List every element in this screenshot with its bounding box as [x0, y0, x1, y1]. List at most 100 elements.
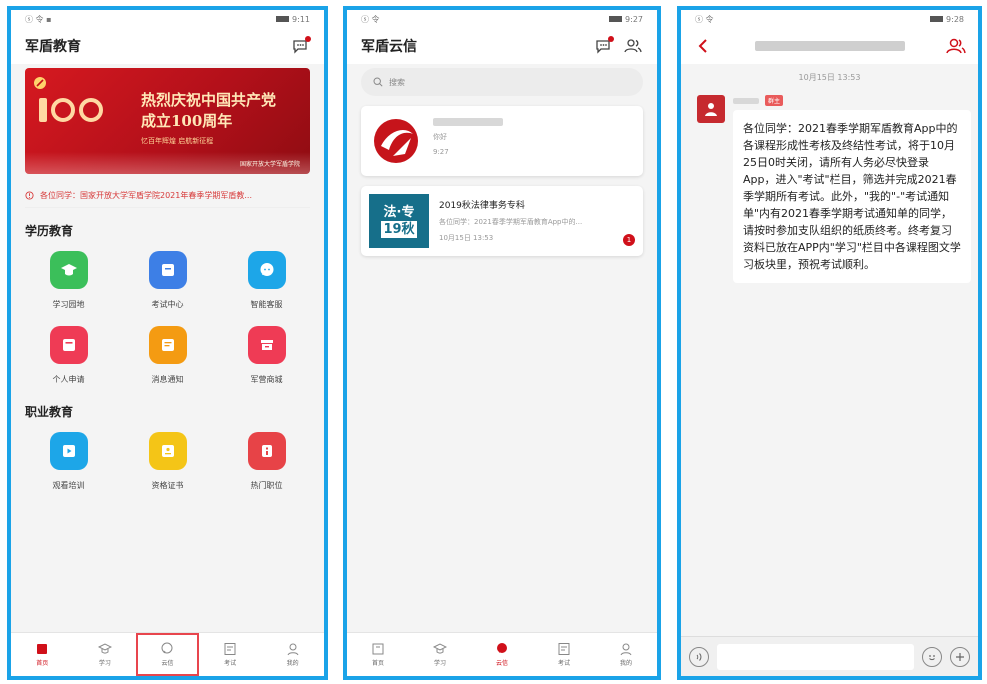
status-icons: ⓢ 令 ▪	[25, 14, 52, 24]
status-time: 9:27	[625, 14, 643, 24]
message-button[interactable]	[593, 36, 614, 56]
notice-icon	[148, 326, 187, 364]
degree-grid: 学习园地 考试中心 智能客服 个人申请 消息通知 军营商城	[11, 247, 324, 385]
grid-item-service[interactable]: 智能客服	[217, 251, 316, 310]
status-bar: ⓢ 令 9:27	[347, 10, 657, 28]
tab-home[interactable]: 首页	[11, 633, 74, 676]
cap-icon	[433, 643, 447, 654]
conversation-time: 9:27	[433, 148, 449, 156]
banner-subline: 忆百年辉煌 启航新征程	[141, 137, 214, 145]
section-degree-title: 学历教育	[25, 224, 74, 238]
tab-mine[interactable]: 我的	[595, 633, 657, 676]
conversation-preview: 各位同学：2021春季学期军盾教育App中的...	[439, 218, 583, 226]
grid-item-store[interactable]: 军营商城	[217, 326, 316, 385]
conversation-item[interactable]: 法·专 19秋 2019秋法律事务专科 各位同学：2021春季学期军盾教育App…	[361, 186, 643, 256]
voice-icon	[696, 652, 702, 661]
grid-item-notice[interactable]: 消息通知	[118, 326, 217, 385]
person-icon	[705, 103, 717, 116]
sender-role-badge: 群主	[765, 95, 784, 106]
tab-message[interactable]: 云信	[136, 633, 199, 676]
number-100-graphic	[39, 98, 103, 122]
graduation-cap-icon	[49, 251, 88, 289]
battery-icon	[276, 16, 290, 22]
add-button[interactable]	[950, 646, 970, 667]
home-icon	[37, 644, 48, 654]
battery-icon	[930, 16, 944, 22]
contacts-icon	[624, 39, 642, 53]
grid-item-apply[interactable]: 个人申请	[19, 326, 118, 385]
messages-screen: ⓢ 令 9:27 军盾云信 搜索 你好 9:27 法·专 19秋 2019秋法律…	[343, 6, 661, 680]
party-emblem-icon	[34, 77, 46, 89]
app-header: 军盾教育	[11, 28, 324, 64]
status-time: 9:11	[292, 14, 310, 24]
exam-tab-icon	[558, 643, 570, 655]
app-header: 军盾云信	[347, 28, 657, 64]
sender-avatar[interactable]	[697, 95, 725, 123]
notice-ticker[interactable]: 各位同学：国家开放大学军盾学院2021年春季学期军盾教...	[25, 184, 310, 208]
tab-study[interactable]: 学习	[74, 633, 137, 676]
home-icon	[372, 643, 384, 655]
chat-tab-icon	[161, 642, 173, 654]
status-icons: ⓢ 令	[695, 14, 714, 24]
user-icon	[287, 643, 299, 656]
card-icon	[49, 326, 88, 364]
conversation-time: 10月15日 13:53	[439, 234, 494, 242]
contact-name-blurred	[433, 118, 503, 126]
sender-name-blurred	[733, 97, 759, 104]
group-avatar: 法·专 19秋	[369, 194, 429, 248]
banner-footer: 国家开放大学军盾学院	[239, 161, 300, 168]
grid-item-exam[interactable]: 考试中心	[118, 251, 217, 310]
message-bubble[interactable]: 各位同学：2021春季学期军盾教育App中的各课程形成性考核及终结性考试，将于1…	[733, 110, 971, 283]
chat-timestamp: 10月15日 13:53	[798, 73, 861, 82]
contacts-button[interactable]	[623, 36, 643, 56]
certificate-icon	[148, 432, 187, 470]
back-button[interactable]	[693, 36, 713, 56]
emoji-button[interactable]	[922, 646, 942, 667]
message-button[interactable]	[290, 36, 311, 56]
conversation-item[interactable]: 你好 9:27	[361, 106, 643, 176]
tab-message[interactable]: 云信	[471, 633, 533, 676]
banner-headline-2: 成立100周年	[141, 112, 233, 130]
user-icon	[620, 643, 632, 656]
anniversary-banner[interactable]: 热烈庆祝中国共产党 成立100周年 忆百年辉煌 启航新征程 国家开放大学军盾学院	[25, 68, 310, 174]
tab-mine[interactable]: 我的	[261, 633, 324, 676]
tab-exam[interactable]: 考试	[199, 633, 262, 676]
voice-button[interactable]	[689, 646, 709, 667]
status-time: 9:28	[946, 14, 964, 24]
message-input[interactable]	[717, 643, 914, 670]
status-icons: ⓢ 令	[361, 14, 380, 24]
chat-screen: ⓢ 令 9:28 10月15日 13:53 群主 各位同学：2021春季学期军盾…	[677, 6, 982, 680]
grid-item-certificate[interactable]: 资格证书	[118, 432, 217, 491]
bottom-tab-bar: 首页 学习 云信 考试 我的	[347, 632, 657, 676]
plus-icon	[956, 652, 964, 661]
grid-item-study[interactable]: 学习园地	[19, 251, 118, 310]
notice-text: 各位同学：国家开放大学军盾学院2021年春季学期军盾教...	[40, 191, 252, 200]
logo-avatar	[369, 114, 423, 168]
sender-line: 群主	[733, 95, 971, 106]
grid-item-training[interactable]: 观看培训	[19, 432, 118, 491]
chat-header	[681, 28, 978, 64]
group-info-button[interactable]	[946, 36, 966, 56]
conversation-name: 2019秋法律事务专科	[439, 201, 525, 211]
unread-dot	[608, 36, 614, 42]
exam-tab-icon	[224, 643, 236, 655]
search-icon	[373, 77, 383, 87]
chat-input-bar	[681, 636, 978, 676]
grid-item-jobs[interactable]: 热门职位	[217, 432, 316, 491]
store-icon	[247, 326, 286, 364]
vocational-grid: 观看培训 资格证书 热门职位	[11, 428, 324, 491]
group-icon	[946, 38, 966, 54]
tab-exam[interactable]: 考试	[533, 633, 595, 676]
tab-study[interactable]: 学习	[409, 633, 471, 676]
video-icon	[49, 432, 88, 470]
banner-headline-1: 热烈庆祝中国共产党	[141, 91, 277, 109]
unread-dot	[305, 36, 311, 42]
page-title: 军盾云信	[361, 39, 417, 55]
tab-home[interactable]: 首页	[347, 633, 409, 676]
alert-icon	[25, 191, 34, 200]
chat-bubble-icon	[247, 251, 286, 289]
page-title: 军盾教育	[25, 39, 81, 55]
unread-badge: 1	[623, 234, 635, 246]
search-input[interactable]: 搜索	[361, 68, 643, 96]
back-arrow-icon	[698, 39, 707, 53]
